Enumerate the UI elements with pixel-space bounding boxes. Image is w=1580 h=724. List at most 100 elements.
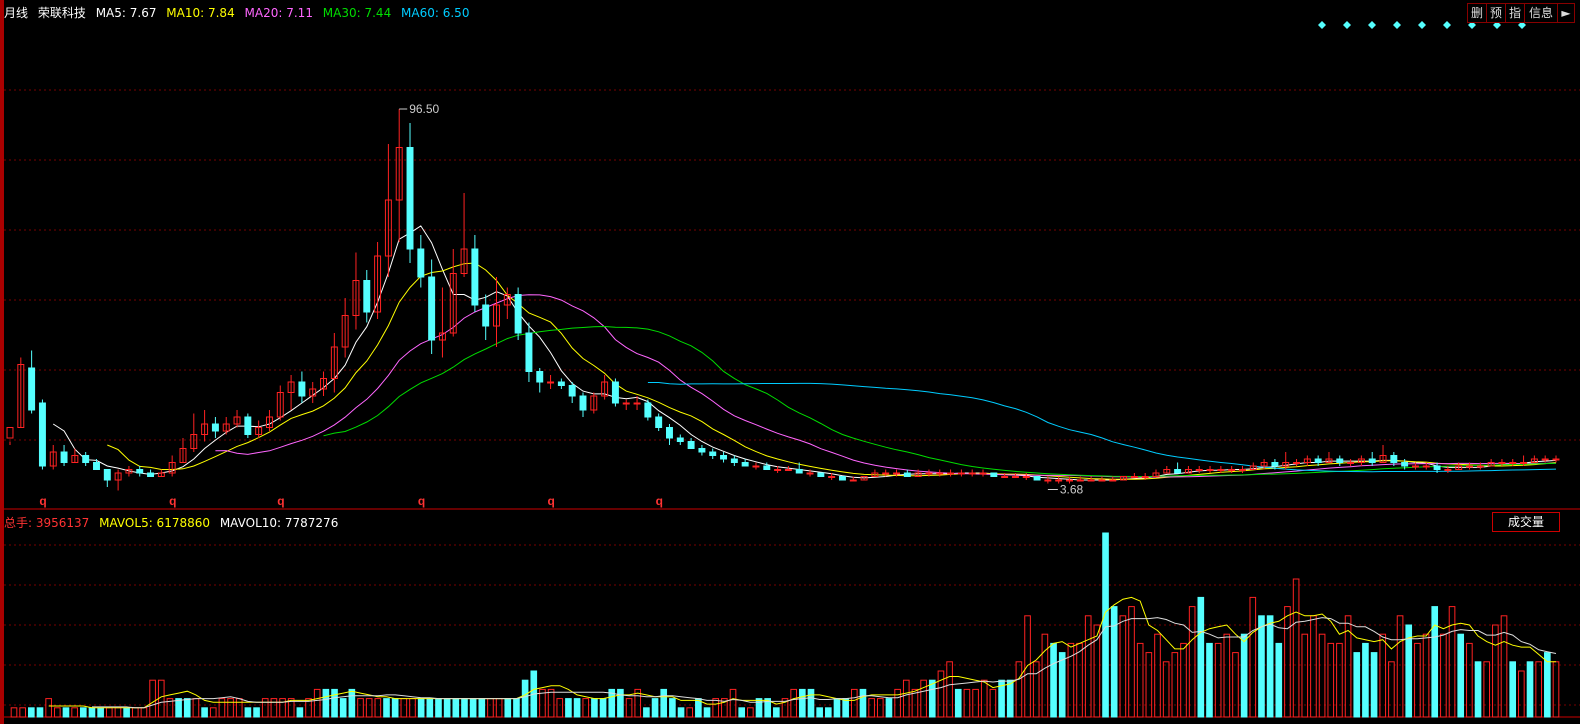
volume-bar (972, 688, 979, 718)
candle-body (514, 294, 522, 334)
volume-bar (461, 698, 468, 718)
volume-bar (643, 707, 650, 718)
volume-bar (677, 707, 685, 718)
volume-bar (322, 688, 330, 718)
candle-body (1011, 476, 1019, 478)
candle-body (557, 381, 565, 386)
delete-button[interactable]: 删 (1467, 3, 1487, 23)
volume-bar (547, 688, 555, 718)
candle-body (655, 416, 663, 428)
volume-bar (712, 698, 720, 718)
candle-body (709, 451, 717, 456)
predict-button[interactable]: 预 (1486, 3, 1506, 23)
volume-bar (885, 698, 893, 718)
candle-body (1195, 469, 1203, 471)
candle-body (752, 465, 760, 468)
volume-bar (1197, 596, 1205, 718)
candle-body (622, 402, 630, 405)
candle-body (968, 472, 976, 475)
candle-body (1509, 462, 1517, 464)
volume-bar (1232, 652, 1239, 718)
volume-bar (894, 688, 901, 718)
arrow-right-icon[interactable]: ► (1557, 3, 1575, 23)
volume-bar (149, 679, 156, 718)
volume-bar (1171, 652, 1179, 718)
volume-bar (807, 688, 815, 718)
volume-bar (1006, 679, 1014, 718)
total-volume-label: 总手: 3956137 (4, 516, 90, 530)
volume-bar (365, 698, 373, 718)
volume-bar (1509, 661, 1517, 718)
volume-bar (1058, 652, 1066, 718)
volume-bar (1188, 606, 1196, 718)
volume-bar (902, 679, 910, 718)
volume-bar (669, 698, 676, 718)
candle-body (428, 276, 436, 341)
candle-body (1336, 458, 1344, 463)
mavol10-label: MAVOL10: 7787276 (219, 516, 339, 530)
volume-bar (1414, 642, 1421, 718)
volume-bar (1240, 633, 1248, 718)
volume-bar (409, 698, 416, 718)
candle-body (903, 472, 911, 477)
volume-bar (469, 698, 477, 718)
volume-bar (1310, 615, 1317, 718)
candle-body (882, 472, 890, 475)
volume-bar (487, 698, 494, 718)
volume-header: 总手: 3956137 MAVOL5: 6178860 MAVOL10: 778… (4, 514, 344, 530)
ma5-label: MA5: 7.67 (95, 6, 157, 20)
volume-bar (1552, 661, 1560, 718)
volume-bar (1093, 624, 1101, 718)
candle-body (763, 465, 771, 470)
volume-bar (504, 698, 512, 718)
volume-bar (799, 688, 806, 718)
candle-body (741, 462, 749, 467)
volume-bar (1015, 661, 1023, 718)
volume-bar (1180, 642, 1187, 718)
volume-bar (747, 707, 754, 718)
volume-bar (876, 698, 884, 718)
candle-body (828, 476, 836, 478)
candle-body (925, 472, 933, 475)
candle-body (806, 472, 814, 475)
volume-bar (556, 698, 564, 718)
volume-bar (374, 698, 382, 718)
volume-bar (1162, 661, 1170, 718)
volume-bar (140, 707, 148, 718)
volume-bar (218, 698, 226, 718)
volume-bar (79, 707, 87, 718)
volume-indicator-button[interactable]: 成交量 (1492, 512, 1560, 532)
volume-bar (1336, 642, 1343, 718)
q-marker: q (277, 494, 284, 508)
candle-body (1433, 465, 1441, 470)
ma60-label: MA60: 6.50 (401, 6, 470, 20)
candle-body (525, 332, 533, 372)
candle-body (1174, 469, 1182, 474)
q-marker: q (169, 494, 176, 508)
period-label[interactable]: 月线 (4, 6, 28, 20)
volume-bar (928, 679, 936, 718)
candle-body (136, 469, 144, 474)
candle-body (1098, 479, 1106, 482)
candle-body (730, 458, 738, 463)
mavol5-label: MAVOL5: 6178860 (99, 516, 210, 530)
volume-bar (313, 688, 321, 718)
q-marker: q (39, 494, 46, 508)
volume-bar (114, 707, 122, 718)
indicator-button[interactable]: 指 (1505, 3, 1525, 23)
volume-bar (773, 707, 780, 718)
candle-body (1217, 469, 1225, 471)
volume-bar (183, 698, 191, 718)
stock-name: 荣联科技 (37, 6, 86, 20)
volume-bar (850, 688, 858, 718)
volume-bar (253, 707, 260, 718)
candle-body (298, 381, 306, 397)
candle-body (611, 381, 619, 404)
q-marker: q (656, 494, 663, 508)
candle-body (849, 479, 857, 482)
info-button[interactable]: 信息 (1524, 3, 1558, 23)
volume-bar (1214, 642, 1222, 718)
candle-body (687, 441, 695, 449)
ma10-label: MA10: 7.84 (166, 6, 235, 20)
candle-body (979, 472, 987, 475)
